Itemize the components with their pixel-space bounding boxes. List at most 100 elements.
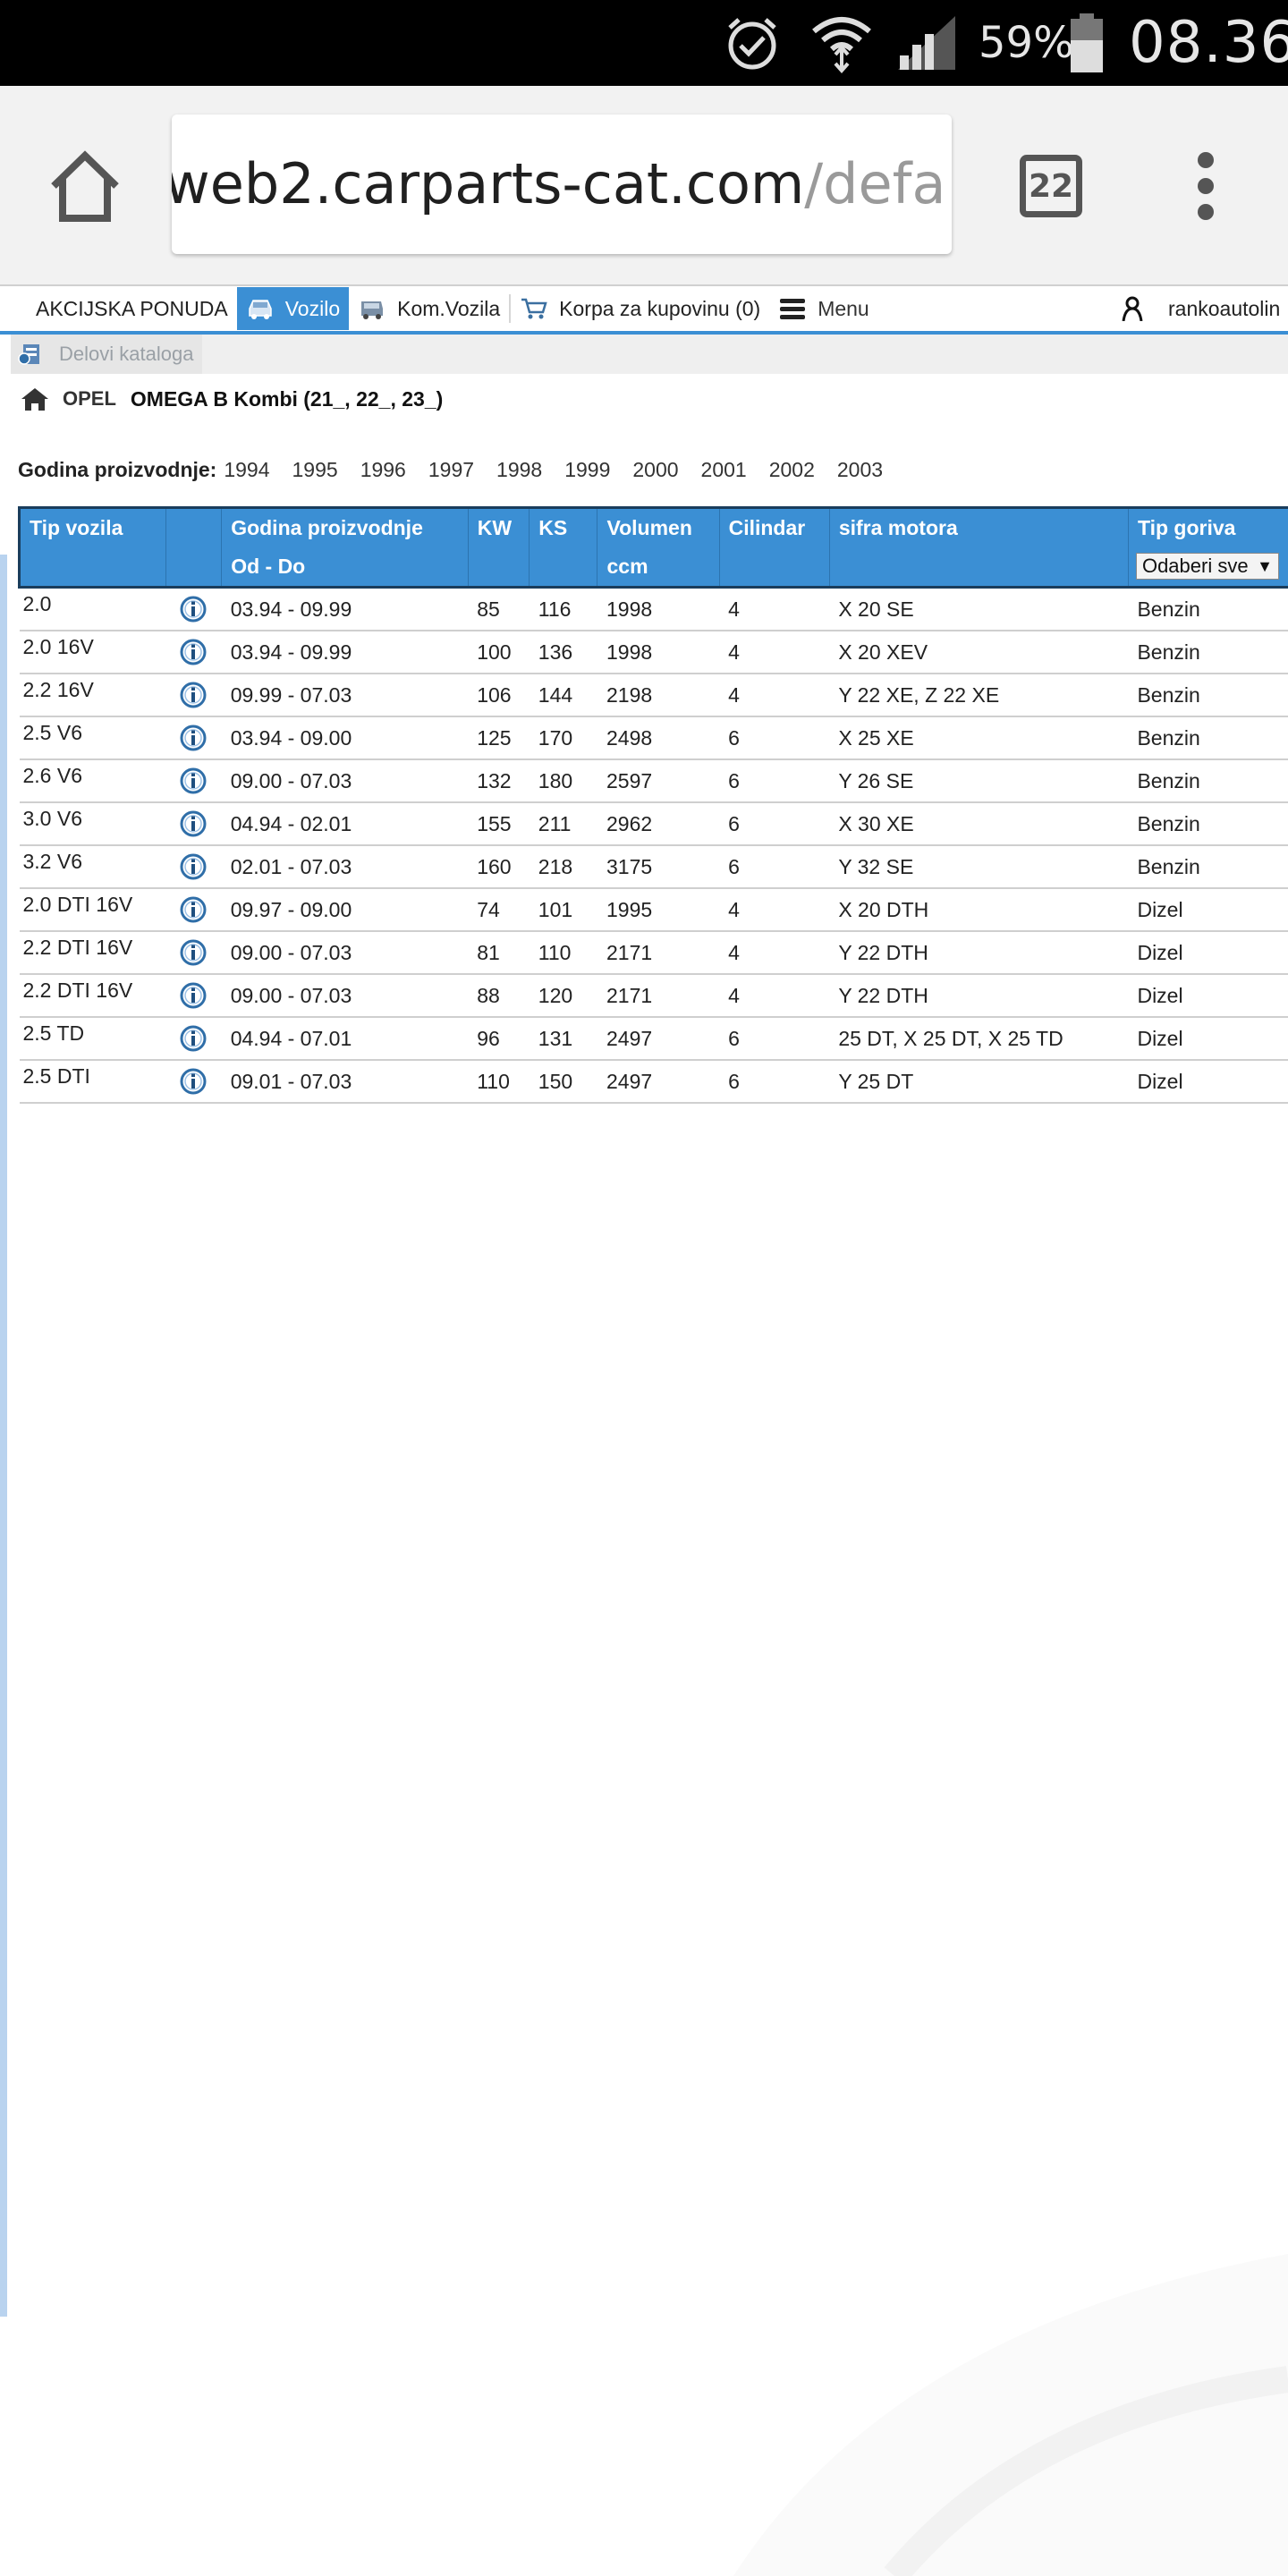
info-icon[interactable] [180,596,207,623]
info-icon[interactable] [180,896,207,923]
status-bar: 59% 08.36 [0,0,1288,86]
cell-tip-goriva: Dizel [1128,888,1288,931]
user-icon [1118,296,1147,321]
col-cilindar[interactable]: Cilindar [719,508,829,547]
vehicle-title: OPEL OMEGA B Kombi (21_, 22_, 23_) [20,386,443,411]
cell-tip-goriva: Dizel [1128,974,1288,1017]
year-link[interactable]: 1997 [428,458,474,482]
nav-kom-vozila[interactable]: Kom.Vozila [349,287,509,330]
col-godina[interactable]: Godina proizvodnje [222,508,469,547]
cell-ks: 136 [530,631,597,674]
table-row[interactable]: 2.5 DTI09.01 - 07.0311015024976Y 25 DTDi… [20,1060,1288,1103]
nav-vozilo[interactable]: Vozilo [237,287,349,330]
table-row[interactable]: 2.0 16V03.94 - 09.9910013619984X 20 XEVB… [20,631,1288,674]
cell-tip-vozila: 2.5 DTI [20,1060,166,1103]
year-link[interactable]: 1994 [224,458,269,482]
home-icon[interactable] [20,386,50,411]
nav-user[interactable]: rankoautolin [1109,287,1288,330]
nav-menu[interactable]: Menu [769,287,878,330]
tabs-icon[interactable]: 22 [1020,155,1082,217]
info-icon[interactable] [180,982,207,1009]
col-tip-vozila[interactable]: Tip vozila [20,508,166,547]
table-row[interactable]: 3.2 V602.01 - 07.0316021831756Y 32 SEBen… [20,845,1288,888]
cell-ks: 101 [530,888,597,931]
info-icon[interactable] [180,939,207,966]
table-row[interactable]: 2.5 V603.94 - 09.0012517024986X 25 XEBen… [20,716,1288,759]
col-ks[interactable]: KS [530,508,597,547]
info-icon[interactable] [180,1025,207,1052]
info-icon[interactable] [180,810,207,837]
cell-kw: 132 [468,759,530,802]
cell-tip-vozila: 2.2 16V [20,674,166,716]
col-volumen[interactable]: Volumen [597,508,719,547]
cell-info [165,588,221,631]
cell-kw: 85 [468,588,530,631]
cell-cilindar: 6 [719,1060,829,1103]
cell-tip-goriva: Benzin [1128,588,1288,631]
cell-volumen: 2498 [597,716,719,759]
info-icon[interactable] [180,1068,207,1095]
col-sifra-motora[interactable]: sifra motora [829,508,1128,547]
cell-tip-vozila: 2.0 [20,588,166,631]
col-kw[interactable]: KW [468,508,530,547]
url-bar[interactable]: web2.carparts-cat.com/defa [172,114,952,254]
nav-menu-label: Menu [818,297,869,321]
year-link[interactable]: 1995 [292,458,338,482]
cell-info [165,1017,221,1060]
top-nav: AKCIJSKA PONUDA Vozilo Kom.Vozila [0,286,1288,335]
cell-cilindar: 6 [719,845,829,888]
table-row[interactable]: 3.0 V604.94 - 02.0115521129626X 30 XEBen… [20,802,1288,845]
tab-count: 22 [1029,168,1073,205]
table-row[interactable]: 2.2 DTI 16V09.00 - 07.038111021714Y 22 D… [20,931,1288,974]
fuel-filter-value: Odaberi sve [1142,555,1249,578]
col-tip-goriva[interactable]: Tip goriva [1128,508,1288,547]
cell-info [165,759,221,802]
cell-ks: 144 [530,674,597,716]
info-icon[interactable] [180,853,207,880]
breadcrumb-catalog[interactable]: Delovi kataloga [11,335,202,374]
cell-kw: 88 [468,974,530,1017]
info-icon[interactable] [180,724,207,751]
nav-kom-vozila-label: Kom.Vozila [397,297,500,321]
url-path: /defa [804,151,945,216]
table-row[interactable]: 2.5 TD04.94 - 07.01961312497625 DT, X 25… [20,1017,1288,1060]
cell-volumen: 2497 [597,1060,719,1103]
cell-tip-goriva: Dizel [1128,931,1288,974]
cell-info [165,1060,221,1103]
cell-cilindar: 6 [719,716,829,759]
cart-icon [520,296,548,321]
cell-godina: 09.97 - 09.00 [222,888,469,931]
cell-godina: 09.99 - 07.03 [222,674,469,716]
fuel-filter-select[interactable]: Odaberi sve ▼ [1136,553,1279,580]
table-row[interactable]: 2.0 DTI 16V09.97 - 09.007410119954X 20 D… [20,888,1288,931]
table-row[interactable]: 2.6 V609.00 - 07.0313218025976Y 26 SEBen… [20,759,1288,802]
nav-akcijska-ponuda[interactable]: AKCIJSKA PONUDA [0,287,237,330]
year-link[interactable]: 1996 [360,458,406,482]
cell-cilindar: 4 [719,588,829,631]
year-link[interactable]: 1998 [496,458,542,482]
home-icon[interactable] [47,148,123,225]
year-link[interactable]: 1999 [564,458,610,482]
cell-kw: 110 [468,1060,530,1103]
cell-godina: 04.94 - 07.01 [222,1017,469,1060]
table-row[interactable]: 2.003.94 - 09.998511619984X 20 SEBenzin [20,588,1288,631]
info-icon[interactable] [180,682,207,708]
cell-info [165,845,221,888]
year-link[interactable]: 2002 [769,458,815,482]
cell-kw: 74 [468,888,530,931]
overflow-menu-icon[interactable] [1188,152,1224,227]
year-link[interactable]: 2000 [632,458,678,482]
cell-tip-goriva: Benzin [1128,759,1288,802]
cell-info [165,674,221,716]
info-icon[interactable] [180,639,207,665]
year-link[interactable]: 2003 [837,458,883,482]
table-row[interactable]: 2.2 DTI 16V09.00 - 07.038812021714Y 22 D… [20,974,1288,1017]
alarm-icon [723,0,782,86]
year-link[interactable]: 2001 [701,458,747,482]
nav-cart[interactable]: Korpa za kupovinu (0) [511,287,769,330]
cell-godina: 03.94 - 09.00 [222,716,469,759]
table-row[interactable]: 2.2 16V09.99 - 07.0310614421984Y 22 XE, … [20,674,1288,716]
signal-icon [896,0,959,86]
col-ccm: ccm [597,547,719,588]
info-icon[interactable] [180,767,207,794]
